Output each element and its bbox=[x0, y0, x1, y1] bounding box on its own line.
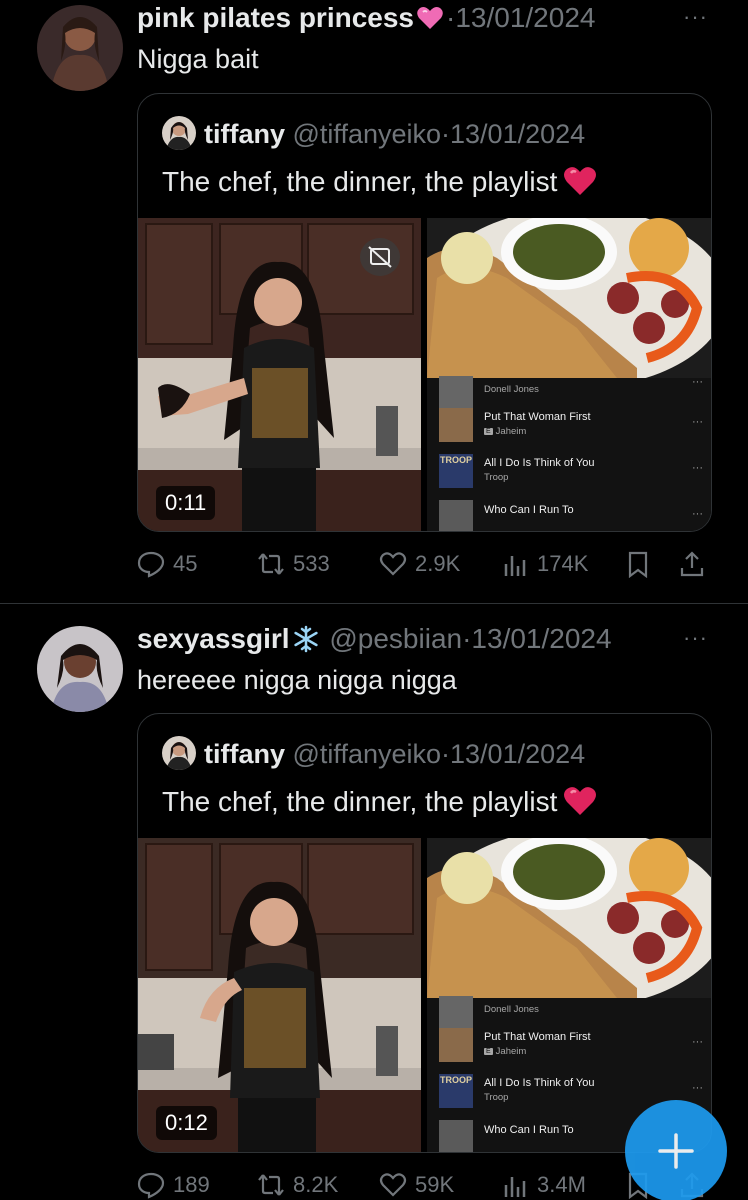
quote-author-handle: @tiffanyeiko bbox=[292, 739, 442, 769]
quote-text: The chef, the dinner, the playlist bbox=[162, 164, 597, 200]
quote-tweet[interactable]: tiffany @tiffanyeiko·13/01/2024 The chef… bbox=[137, 93, 712, 532]
author-name[interactable]: pink pilates princess bbox=[137, 2, 414, 33]
share-icon bbox=[680, 551, 704, 577]
separator-dot: · bbox=[441, 119, 451, 149]
video-duration: 0:12 bbox=[156, 1106, 217, 1140]
repost-icon bbox=[258, 1174, 284, 1196]
video-thumbnail[interactable]: 0:12 bbox=[138, 838, 421, 1152]
food-photo[interactable] bbox=[427, 838, 711, 998]
quote-author-name: tiffany bbox=[204, 739, 285, 769]
quote-author-name: tiffany bbox=[204, 119, 285, 149]
post[interactable]: pink pilates princess ·13/01/2024 ··· Nig… bbox=[0, 0, 748, 604]
like-button[interactable]: 2.9K bbox=[379, 544, 460, 584]
heart-icon bbox=[379, 552, 407, 576]
author-handle[interactable]: @pesbiian bbox=[329, 623, 462, 654]
album-art bbox=[439, 376, 473, 410]
post[interactable]: sexyassgirl @pesbiian·13/01/2024 ··· her… bbox=[0, 605, 748, 1200]
repost-button[interactable]: 533 bbox=[257, 544, 330, 584]
video-duration: 0:11 bbox=[156, 486, 216, 520]
explicit-badge: E bbox=[484, 1048, 493, 1055]
list-item: TROOP All I Do Is Think of You Troop ··· bbox=[427, 454, 711, 494]
quote-tweet[interactable]: tiffany @tiffanyeiko·13/01/2024 The chef… bbox=[137, 713, 712, 1153]
repost-button[interactable]: 8.2K bbox=[257, 1165, 338, 1200]
avatar[interactable] bbox=[37, 5, 123, 91]
list-item: Who Can I Run To ··· bbox=[427, 500, 711, 531]
reply-icon bbox=[137, 551, 165, 578]
quote-author-handle: @tiffanyeiko bbox=[292, 119, 442, 149]
action-bar: 189 8.2K 59K 3.4M bbox=[137, 1165, 712, 1200]
separator-dot: · bbox=[441, 739, 451, 769]
quote-date: 13/01/2024 bbox=[450, 119, 586, 149]
list-item: Put That Woman First E Jaheim ··· bbox=[427, 1028, 711, 1068]
quote-text: The chef, the dinner, the playlist bbox=[162, 784, 597, 820]
album-art bbox=[439, 408, 473, 442]
like-button[interactable]: 59K bbox=[379, 1165, 454, 1200]
pink-heart-icon bbox=[416, 4, 444, 32]
avatar[interactable] bbox=[37, 626, 123, 712]
album-art bbox=[439, 500, 473, 531]
quote-header: tiffany @tiffanyeiko·13/01/2024 bbox=[162, 736, 585, 771]
snowflake-icon bbox=[292, 625, 320, 653]
post-text: Nigga bait bbox=[137, 44, 259, 74]
quote-date: 13/01/2024 bbox=[450, 739, 586, 769]
compose-button[interactable] bbox=[625, 1100, 727, 1200]
album-art bbox=[439, 1120, 473, 1152]
analytics-icon bbox=[504, 556, 526, 576]
quote-header: tiffany @tiffanyeiko·13/01/2024 bbox=[162, 116, 585, 151]
repost-icon bbox=[258, 553, 284, 575]
post-header: pink pilates princess ·13/01/2024 bbox=[137, 0, 688, 36]
post-date[interactable]: 13/01/2024 bbox=[471, 623, 611, 654]
food-photo[interactable] bbox=[427, 218, 711, 378]
red-heart-icon bbox=[563, 785, 597, 817]
image-collage[interactable]: Donell Jones ··· Put That Woman First EJ… bbox=[427, 218, 711, 531]
avatar bbox=[162, 736, 196, 770]
action-bar: 45 533 2.9K 174K bbox=[137, 544, 712, 584]
separator-dot: · bbox=[446, 2, 456, 33]
red-heart-icon bbox=[563, 165, 597, 197]
video-thumbnail[interactable]: 0:11 bbox=[138, 218, 421, 531]
post-header: sexyassgirl @pesbiian·13/01/2024 bbox=[137, 621, 688, 657]
divider bbox=[0, 603, 748, 604]
post-text: hereeee nigga nigga nigga bbox=[137, 665, 457, 695]
album-art: TROOP bbox=[439, 1074, 473, 1108]
share-button[interactable] bbox=[678, 544, 714, 584]
more-options-icon[interactable]: ··· bbox=[683, 625, 708, 651]
bookmark-button[interactable] bbox=[624, 544, 660, 584]
views-button[interactable]: 174K bbox=[501, 544, 588, 584]
list-item: Donell Jones ··· bbox=[427, 370, 711, 410]
album-art bbox=[439, 996, 473, 1030]
reply-button[interactable]: 45 bbox=[137, 544, 197, 584]
reply-icon bbox=[137, 1172, 165, 1199]
plus-icon bbox=[658, 1133, 694, 1169]
heart-icon bbox=[379, 1173, 407, 1197]
list-item: Donell Jones bbox=[427, 990, 711, 1030]
playlist-screenshot: Donell Jones ··· Put That Woman First EJ… bbox=[427, 376, 711, 531]
post-date[interactable]: 13/01/2024 bbox=[455, 2, 595, 33]
views-button[interactable]: 3.4M bbox=[501, 1165, 586, 1200]
more-options-icon[interactable]: ··· bbox=[683, 4, 708, 30]
album-art bbox=[439, 1028, 473, 1062]
explicit-badge: E bbox=[484, 428, 493, 435]
analytics-icon bbox=[504, 1177, 526, 1197]
bookmark-icon bbox=[628, 551, 648, 578]
closed-captions-icon[interactable] bbox=[360, 238, 400, 276]
album-art: TROOP bbox=[439, 454, 473, 488]
avatar bbox=[162, 116, 196, 150]
author-name[interactable]: sexyassgirl bbox=[137, 623, 290, 654]
reply-button[interactable]: 189 bbox=[137, 1165, 210, 1200]
list-item: Put That Woman First E Jaheim ··· bbox=[427, 408, 711, 448]
